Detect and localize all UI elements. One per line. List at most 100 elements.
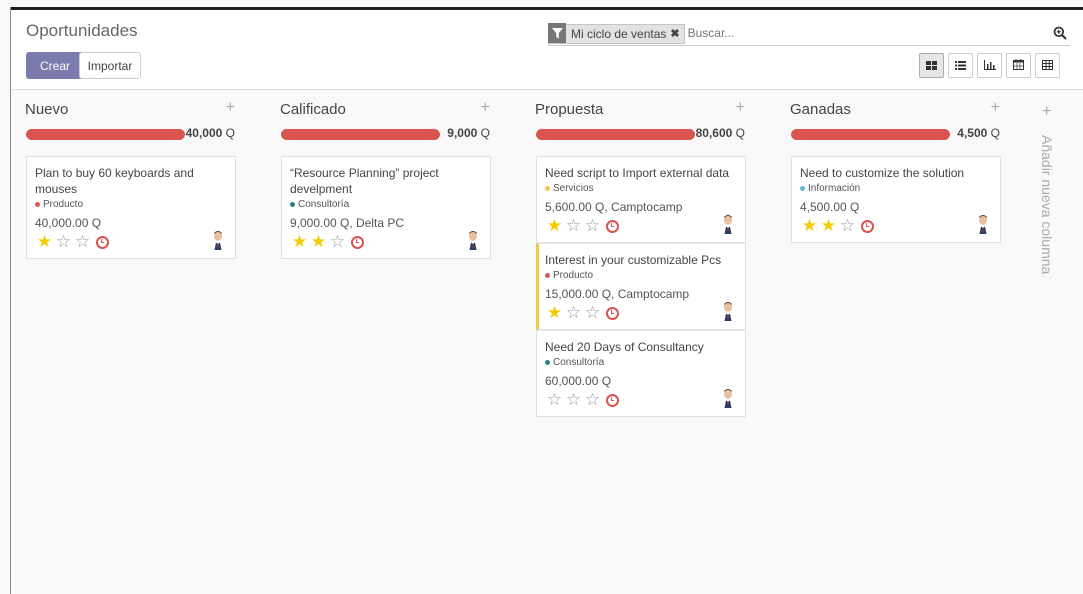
- star-icon[interactable]: ★: [35, 233, 54, 251]
- kanban-card[interactable]: Need 20 Days of Consultancy Consultoría …: [536, 330, 746, 417]
- card-footer: ★ ★ ☆: [800, 216, 992, 236]
- add-column[interactable]: + Añadir nueva columna: [1039, 103, 1063, 283]
- card-tag: Servicios: [545, 182, 737, 196]
- column-title: Nuevo: [25, 101, 69, 118]
- graph-icon: [983, 59, 996, 73]
- search-facet[interactable]: Mi ciclo de ventas ✖: [548, 23, 685, 44]
- column-title: Ganadas: [790, 101, 851, 118]
- kanban-card[interactable]: Plan to buy 60 keyboards and mouses Prod…: [26, 156, 236, 259]
- star-icon[interactable]: ☆: [583, 304, 602, 322]
- import-button[interactable]: Importar: [79, 52, 141, 79]
- star-icon[interactable]: ★: [290, 233, 309, 251]
- progress-fill: [791, 129, 950, 140]
- search-icon[interactable]: [1050, 23, 1070, 43]
- progress-bar[interactable]: [536, 129, 695, 140]
- column-progress: 4,500 Q: [786, 125, 1008, 149]
- card-amount: 5,600.00 Q, Camptocamp: [545, 200, 683, 214]
- quick-add-icon[interactable]: +: [481, 99, 490, 117]
- star-icon[interactable]: ★: [545, 217, 564, 235]
- column-total: 40,000 Q: [185, 126, 235, 140]
- graph-view-button[interactable]: [977, 53, 1002, 78]
- tag-dot: [545, 185, 550, 191]
- star-icon[interactable]: ☆: [564, 217, 583, 235]
- star-icon[interactable]: ☆: [54, 233, 73, 251]
- column-header: Nuevo +: [21, 91, 243, 118]
- search-box: Mi ciclo de ventas ✖: [548, 21, 1070, 46]
- salesperson-avatar: [464, 230, 482, 250]
- kanban-column-nuevo: Nuevo + 40,000 Q Plan to buy 60 keyboard…: [21, 91, 243, 259]
- kanban-card[interactable]: “Resource Planning” project develpment C…: [281, 156, 491, 259]
- add-column-label[interactable]: Añadir nueva columna: [1039, 135, 1055, 274]
- kanban-column-calificado: Calificado + 9,000 Q “Resource Planning”…: [276, 91, 498, 259]
- salesperson-avatar: [719, 214, 737, 234]
- star-icon[interactable]: ☆: [73, 233, 92, 251]
- progress-bar[interactable]: [791, 129, 950, 140]
- page-title: Oportunidades: [26, 21, 138, 40]
- quick-add-icon[interactable]: +: [991, 99, 1000, 117]
- add-column-plus-icon[interactable]: +: [1042, 103, 1051, 121]
- progress-fill: [26, 129, 185, 140]
- kanban-view-button[interactable]: [919, 53, 944, 78]
- star-icon[interactable]: ★: [309, 233, 328, 251]
- card-tag: Consultoría: [290, 198, 482, 212]
- quick-add-icon[interactable]: +: [226, 99, 235, 117]
- kanban-card[interactable]: Need to customize the solution Informaci…: [791, 156, 1001, 243]
- star-icon[interactable]: ☆: [583, 391, 602, 409]
- facet-remove-icon[interactable]: ✖: [670, 27, 683, 40]
- search-input[interactable]: [684, 23, 1050, 43]
- card-amount: 60,000.00 Q: [545, 374, 612, 388]
- activity-clock-icon[interactable]: [96, 235, 109, 249]
- column-header: Ganadas +: [786, 91, 1008, 118]
- card-title: Need 20 Days of Consultancy: [545, 340, 704, 354]
- star-icon[interactable]: ☆: [328, 233, 347, 251]
- quick-add-icon[interactable]: +: [736, 99, 745, 117]
- star-icon[interactable]: ☆: [564, 391, 583, 409]
- card-amount: 9,000.00 Q, Delta PC: [290, 216, 405, 230]
- star-icon[interactable]: ☆: [545, 391, 564, 409]
- column-title: Propuesta: [535, 101, 604, 118]
- card-tag: Información: [800, 182, 992, 196]
- star-icon[interactable]: ☆: [583, 217, 602, 235]
- column-header: Propuesta +: [531, 91, 753, 118]
- calendar-icon: [1013, 58, 1024, 73]
- kanban-icon: [926, 59, 937, 73]
- card-amount: 40,000.00 Q: [35, 216, 102, 230]
- filter-icon: [548, 23, 566, 43]
- salesperson-avatar: [719, 301, 737, 321]
- card-footer: ☆ ☆ ☆: [545, 390, 737, 410]
- calendar-view-button[interactable]: [1006, 53, 1031, 78]
- progress-bar[interactable]: [281, 129, 440, 140]
- star-icon[interactable]: ☆: [838, 217, 857, 235]
- list-view-button[interactable]: [948, 53, 973, 78]
- pivot-view-button[interactable]: [1035, 53, 1060, 78]
- card-footer: ★ ☆ ☆: [545, 216, 737, 236]
- kanban-card[interactable]: Need script to Import external data Serv…: [536, 156, 746, 243]
- column-title: Calificado: [280, 101, 346, 118]
- tag-dot: [545, 359, 550, 365]
- salesperson-avatar: [719, 388, 737, 408]
- activity-clock-icon[interactable]: [351, 235, 364, 249]
- kanban-card[interactable]: Interest in your customizable Pcs Produc…: [536, 243, 746, 330]
- card-amount: 4,500.00 Q: [800, 200, 860, 214]
- activity-clock-icon[interactable]: [606, 219, 619, 233]
- card-title: Need script to Import external data: [545, 166, 730, 180]
- star-icon[interactable]: ★: [819, 217, 838, 235]
- activity-clock-icon[interactable]: [861, 219, 874, 233]
- card-amount: 15,000.00 Q, Camptocamp: [545, 287, 690, 301]
- star-icon[interactable]: ★: [800, 217, 819, 235]
- column-total: 80,600 Q: [695, 126, 745, 140]
- activity-clock-icon[interactable]: [606, 306, 619, 320]
- card-title: Need to customize the solution: [800, 166, 965, 180]
- column-progress: 80,600 Q: [531, 125, 753, 149]
- create-button[interactable]: Crear: [26, 52, 84, 79]
- progress-bar[interactable]: [26, 129, 185, 140]
- tag-dot: [290, 201, 295, 207]
- salesperson-avatar: [974, 214, 992, 234]
- star-icon[interactable]: ★: [545, 304, 564, 322]
- list-icon: [955, 59, 966, 73]
- control-panel: Oportunidades Crear Importar Mi ciclo de…: [11, 10, 1083, 90]
- card-tag: Producto: [545, 269, 737, 283]
- star-icon[interactable]: ☆: [564, 304, 583, 322]
- column-total: 9,000 Q: [447, 126, 490, 140]
- activity-clock-icon[interactable]: [606, 393, 619, 407]
